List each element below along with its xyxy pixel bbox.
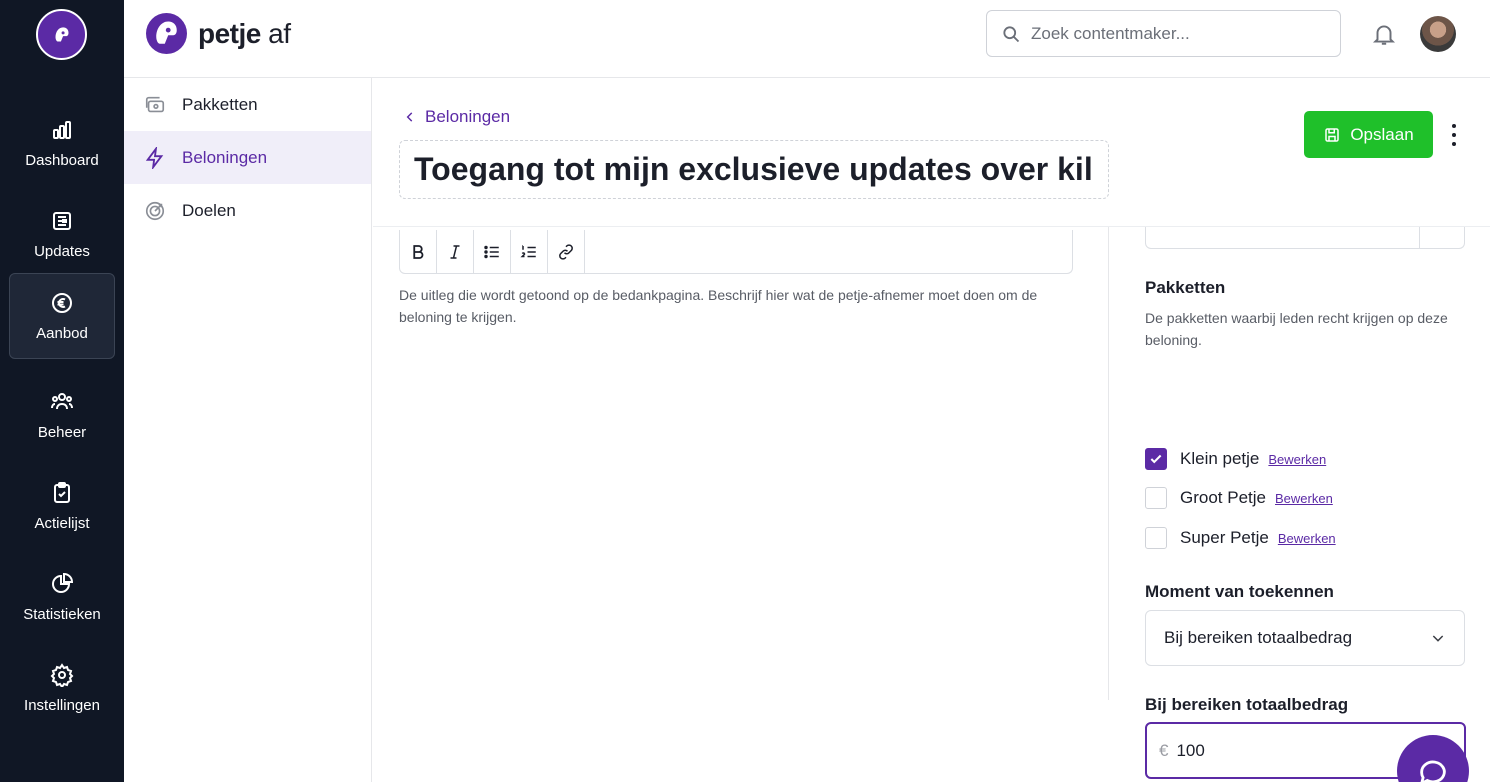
offer-subnav: Pakketten Beloningen Doelen xyxy=(124,78,372,782)
nav-label: Updates xyxy=(34,242,90,260)
moment-heading: Moment van toekennen xyxy=(1145,582,1334,601)
lightning-icon xyxy=(145,146,164,169)
amount-heading: Bij bereiken totaalbedrag xyxy=(1145,695,1349,714)
bold-icon xyxy=(413,244,424,259)
subnav-label: Pakketten xyxy=(182,94,258,114)
top-bar: petje af xyxy=(124,0,1490,78)
moment-value: Bij bereiken totaalbedrag xyxy=(1164,628,1353,647)
bar-chart-icon xyxy=(53,120,71,139)
users-icon xyxy=(51,392,73,409)
numbered-list-icon xyxy=(520,244,536,257)
chat-icon xyxy=(1420,760,1446,782)
app-logo[interactable] xyxy=(36,9,87,60)
package-option: Klein petje Bewerken xyxy=(1145,448,1326,470)
package-option: Groot Petje Bewerken xyxy=(1145,487,1333,509)
edit-package-link[interactable]: Bewerken xyxy=(1268,452,1326,467)
packages-heading: Pakketten xyxy=(1145,278,1226,297)
packages-description: De pakketten waarbij leden recht krijgen… xyxy=(1145,310,1448,348)
editor-toolbar xyxy=(399,230,1073,274)
subnav-label: Doelen xyxy=(182,200,236,220)
edit-package-link[interactable]: Bewerken xyxy=(1278,531,1336,546)
currency-symbol: € xyxy=(1159,740,1169,760)
chevron-left-icon xyxy=(406,112,413,122)
package-name: Klein petje xyxy=(1180,449,1260,468)
editor-help-text: De uitleg die wordt getoond op de bedank… xyxy=(399,287,1038,325)
nav-instellingen[interactable]: Instellingen xyxy=(9,645,115,731)
numbered-list-button[interactable] xyxy=(511,230,548,273)
package-option: Super Petje Bewerken xyxy=(1145,527,1336,549)
subnav-item-pakketten[interactable]: Pakketten xyxy=(124,78,371,131)
bullet-list-button[interactable] xyxy=(474,230,511,273)
link-button[interactable] xyxy=(548,230,585,273)
package-checkbox[interactable] xyxy=(1145,527,1167,549)
nav-updates[interactable]: Updates xyxy=(9,191,115,277)
more-options-icon[interactable] xyxy=(1447,122,1461,148)
breadcrumb-back[interactable]: Beloningen xyxy=(403,107,510,127)
bold-button[interactable] xyxy=(400,230,437,273)
brand-name: petje af xyxy=(198,18,291,50)
brand[interactable]: petje af xyxy=(146,13,291,54)
brand-name-light: af xyxy=(260,17,291,49)
subnav-label: Beloningen xyxy=(182,147,268,167)
nav-label: Actielijst xyxy=(34,514,90,532)
edit-package-link[interactable]: Bewerken xyxy=(1275,491,1333,506)
moment-select[interactable]: Bij bereiken totaalbedrag xyxy=(1145,610,1465,666)
package-name: Groot Petje xyxy=(1180,488,1266,507)
save-icon xyxy=(1325,127,1340,142)
search-box[interactable] xyxy=(986,10,1341,57)
save-button[interactable]: Opslaan xyxy=(1304,111,1433,158)
nav-beheer[interactable]: Beheer xyxy=(9,372,115,458)
brand-logo-icon xyxy=(146,13,187,54)
avatar[interactable] xyxy=(1420,16,1456,52)
scrolled-field[interactable] xyxy=(1145,227,1465,249)
search-icon xyxy=(1003,25,1020,42)
reward-editor: Beloningen Toegang tot mijn exclusieve u… xyxy=(373,78,1490,782)
subnav-item-beloningen[interactable]: Beloningen xyxy=(124,131,371,184)
nav-label: Dashboard xyxy=(25,151,99,169)
nav-label: Statistieken xyxy=(23,605,101,623)
packages-icon xyxy=(145,96,165,112)
brand-name-bold: petje xyxy=(198,17,261,49)
breadcrumb-label: Beloningen xyxy=(425,107,511,126)
nav-aanbod[interactable]: Aanbod xyxy=(9,273,115,359)
nav-actielijst[interactable]: Actielijst xyxy=(9,463,115,549)
nav-dashboard[interactable]: Dashboard xyxy=(9,100,115,186)
main-sidebar: Dashboard Updates Aanbod Beheer Actielij… xyxy=(0,0,124,782)
checkmark-icon xyxy=(1150,454,1162,464)
target-icon xyxy=(145,201,165,220)
logo-icon xyxy=(55,26,68,41)
italic-icon xyxy=(450,244,460,259)
package-checkbox[interactable] xyxy=(1145,448,1167,470)
bell-icon[interactable] xyxy=(1371,21,1397,47)
search-input[interactable] xyxy=(1031,23,1331,44)
subnav-item-doelen[interactable]: Doelen xyxy=(124,184,371,237)
italic-button[interactable] xyxy=(437,230,474,273)
nav-label: Instellingen xyxy=(24,696,100,714)
reward-title-input[interactable]: Toegang tot mijn exclusieve updates over… xyxy=(399,140,1109,199)
save-label: Opslaan xyxy=(1350,124,1414,144)
reward-settings-panel: Pakketten De pakketten waarbij leden rec… xyxy=(1108,227,1490,779)
chevron-down-icon xyxy=(1432,635,1444,642)
nav-label: Beheer xyxy=(37,423,87,441)
gear-icon xyxy=(50,662,74,687)
newspaper-icon xyxy=(53,211,71,230)
package-checkbox[interactable] xyxy=(1145,487,1167,509)
package-name: Super Petje xyxy=(1180,528,1269,547)
euro-icon xyxy=(52,292,72,313)
pie-chart-icon xyxy=(52,572,74,593)
bullet-list-icon xyxy=(484,245,499,258)
nav-label: Aanbod xyxy=(36,324,88,342)
logo-icon xyxy=(156,21,177,44)
nav-statistieken[interactable]: Statistieken xyxy=(9,554,115,640)
link-icon xyxy=(559,243,573,260)
clipboard-check-icon xyxy=(54,481,70,503)
